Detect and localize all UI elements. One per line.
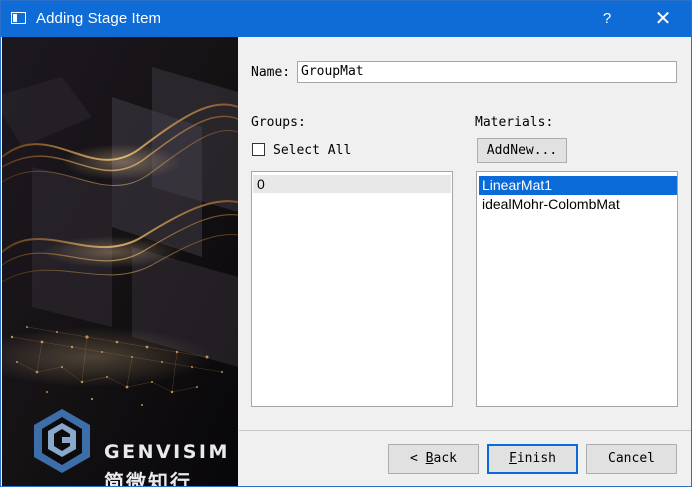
adding-stage-item-dialog: Adding Stage Item ? ✕ GENVISIM 简微知行 Name… (0, 0, 692, 487)
material-list-item[interactable]: idealMohr-ColombMat (479, 195, 677, 214)
logo-subtitle: 简微知行 (104, 470, 192, 486)
button-bar-divider (239, 430, 691, 431)
banner-artwork (2, 37, 238, 486)
groups-list[interactable]: 0 (251, 171, 453, 407)
help-button[interactable]: ? (585, 5, 629, 33)
name-label: Name: (251, 65, 291, 80)
name-input[interactable]: GroupMat (297, 61, 677, 83)
materials-label: Materials: (475, 115, 554, 130)
wizard-banner-image: GENVISIM 简微知行 (2, 37, 238, 486)
window-title: Adding Stage Item (36, 10, 162, 27)
materials-list[interactable]: LinearMat1 idealMohr-ColombMat (476, 171, 678, 407)
select-all-label[interactable]: Select All (273, 143, 351, 158)
back-arrow-icon: < (410, 451, 418, 466)
close-button[interactable]: ✕ (641, 5, 685, 33)
cancel-button[interactable]: Cancel (586, 444, 677, 474)
window-app-icon (11, 12, 26, 24)
groups-label: Groups: (251, 115, 306, 130)
back-button[interactable]: < Back (388, 444, 479, 474)
finish-button[interactable]: Finish (487, 444, 578, 474)
logo-name: GENVISIM (104, 441, 230, 463)
title-bar[interactable]: Adding Stage Item ? ✕ (1, 1, 691, 37)
back-button-label: Back (425, 451, 457, 466)
select-all-checkbox[interactable] (252, 143, 265, 156)
group-list-item[interactable]: 0 (253, 175, 451, 193)
material-list-item-selected[interactable]: LinearMat1 (479, 176, 677, 195)
add-new-material-button[interactable]: AddNew... (477, 138, 567, 163)
